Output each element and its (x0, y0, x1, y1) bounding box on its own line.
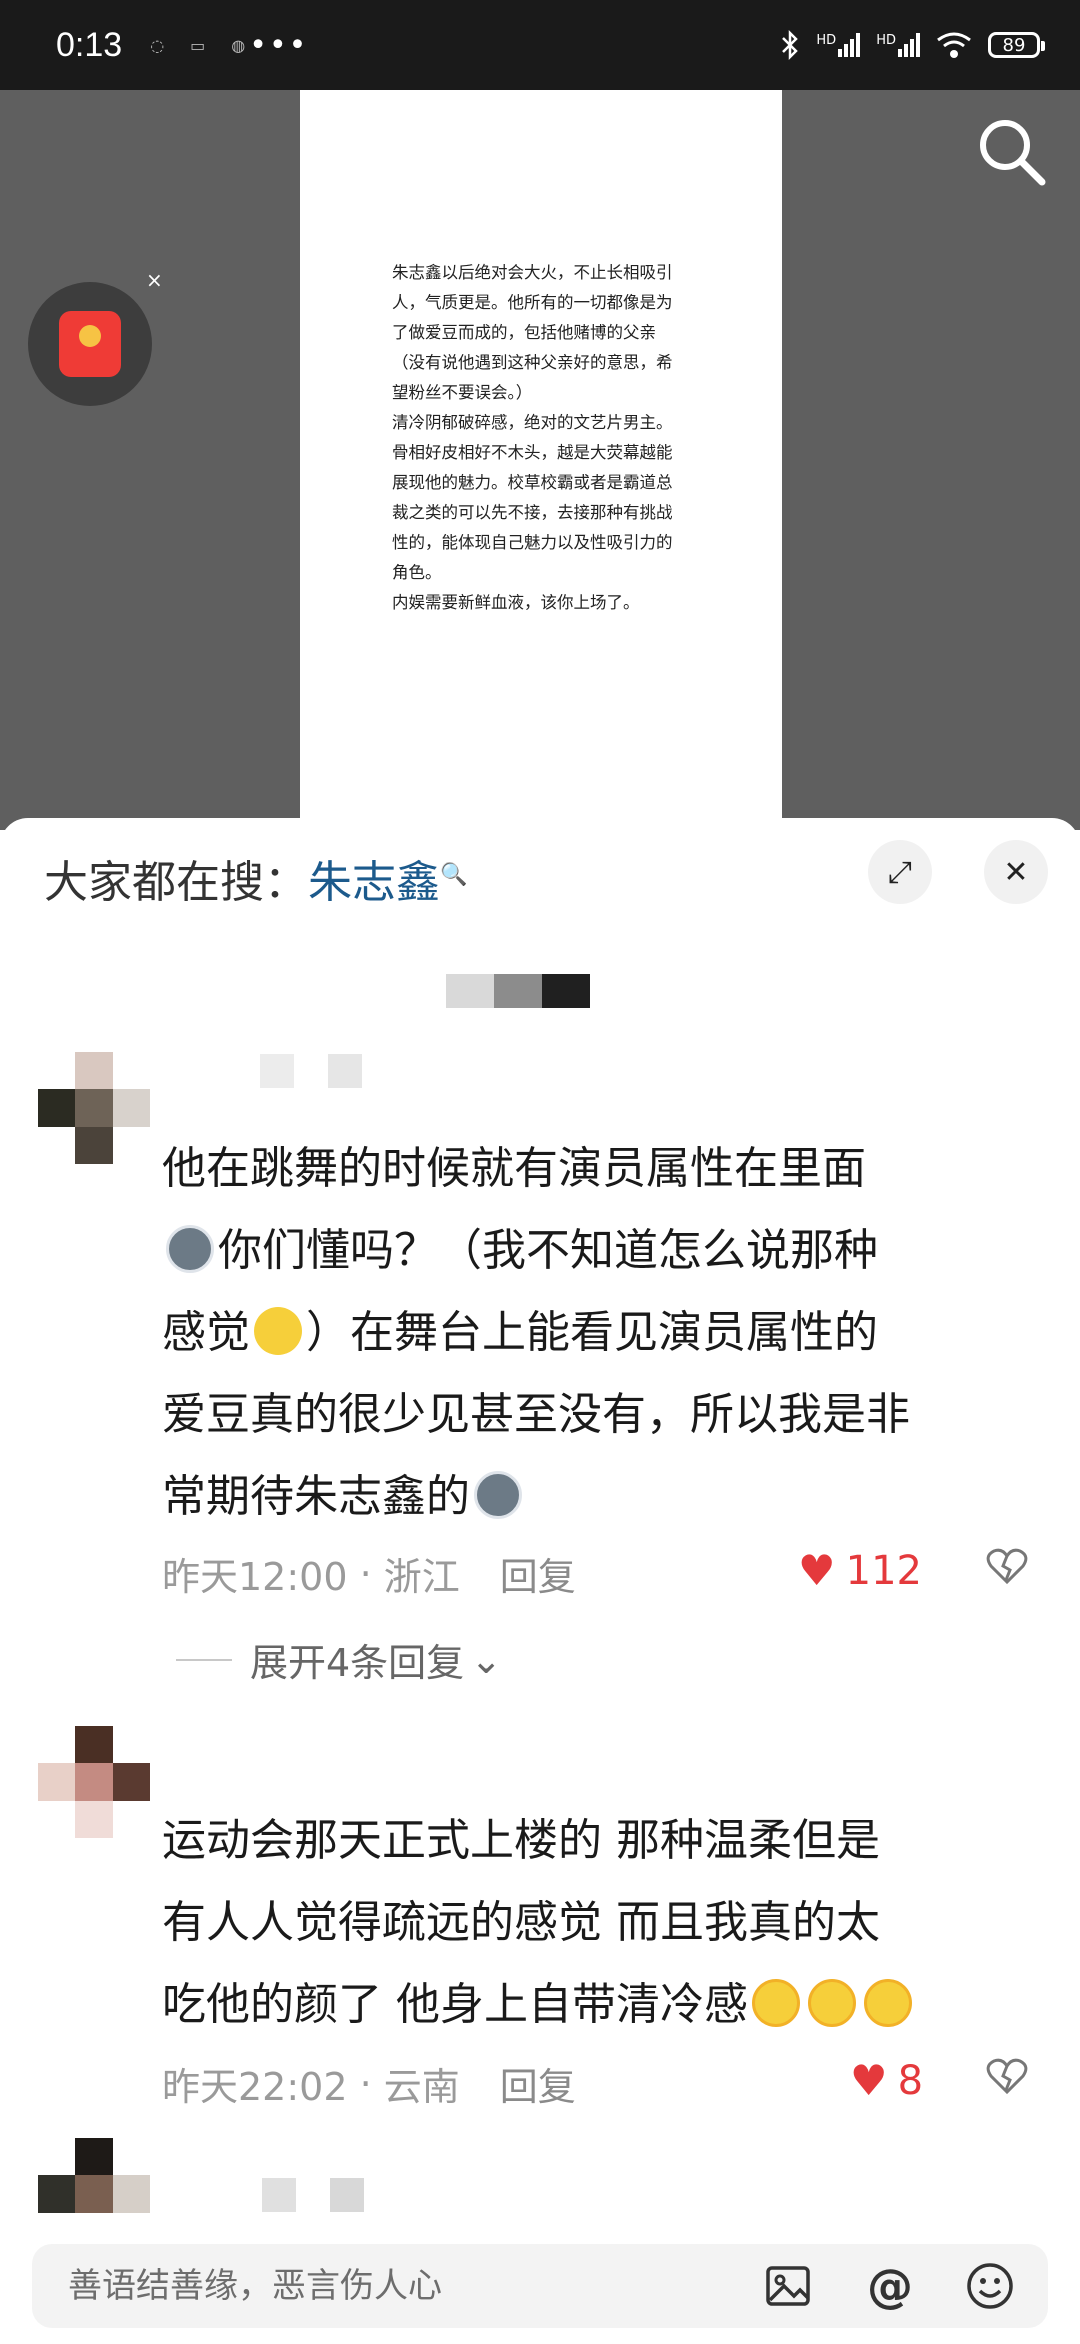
expand-icon: ⤢ (888, 854, 912, 890)
at-mention-icon[interactable]: @ (862, 2258, 918, 2314)
sunglasses-emoji-icon (254, 1307, 302, 1355)
avatar[interactable] (38, 2138, 150, 2250)
dislike-button[interactable] (986, 2056, 1028, 2105)
comment-meta: 昨天22:02 · 云南 回复 (162, 2056, 576, 2111)
pleading-emoji-icon (752, 1979, 800, 2027)
heart-icon: ♥ (850, 2056, 888, 2105)
like-button[interactable]: ♥ 8 (850, 2056, 923, 2105)
comment-location: 云南 (383, 2065, 460, 2109)
comment-text: 他在跳舞的时候就有演员属性在里面 你们懂吗？（我不知道怎么说那种 感觉 ）在舞台上… (162, 1128, 1042, 1538)
red-packet-close-icon[interactable]: × (146, 268, 163, 292)
red-packet-icon (59, 311, 121, 377)
pleading-emoji-icon (808, 1979, 856, 2027)
close-icon: ✕ (1003, 854, 1029, 890)
comment-line-text: ）在舞台上能看见演员属性的 (306, 1307, 878, 1358)
wifi-icon (937, 32, 971, 58)
signal-icon: HD (816, 33, 861, 57)
comment-line-text: 感觉 (162, 1307, 250, 1358)
chevron-down-icon: ⌄ (470, 1637, 503, 1682)
expand-replies-button[interactable]: 展开4条回复 ⌄ (176, 1632, 502, 1687)
expand-sheet-button[interactable]: ⤢ (868, 840, 932, 904)
dog-emoji-icon (474, 1471, 522, 1519)
divider-line (176, 1658, 232, 1661)
status-bar: 0:13 ◌ ▭ ◍ ••• HD HD 89 (0, 0, 1080, 90)
comment-line-text: 你们懂吗？（我不知道怎么说那种 (218, 1225, 878, 1276)
comment-line: 吃他的颜了 他身上自带清冷感 (162, 1964, 1042, 2046)
bluetooth-icon (782, 29, 799, 61)
comment-line: 他在跳舞的时候就有演员属性在里面 (162, 1143, 866, 1194)
reply-button[interactable]: 回复 (500, 1546, 576, 1601)
comment-meta: 昨天12:00 · 浙江 回复 (162, 1546, 576, 1601)
broken-heart-icon (986, 1548, 1028, 1585)
dog-emoji-icon (166, 1225, 214, 1273)
blurred-header-row (446, 974, 590, 1008)
battery-icon: 89 (988, 32, 1045, 58)
signal-icon-2: HD (876, 33, 920, 57)
comment-line: 感觉 ）在舞台上能看见演员属性的 (162, 1292, 1042, 1374)
comment-line: 运动会那天正式上楼的 那种温柔但是 (162, 1815, 880, 1866)
comment-input-bar: @ (32, 2244, 1048, 2328)
heart-icon: ♥ (798, 1546, 836, 1595)
app-icon: ◍ (231, 35, 246, 55)
comment-line-text: 吃他的颜了 他身上自带清冷感 (162, 1979, 748, 2030)
comment-line: 常期待朱志鑫的 (162, 1456, 1042, 1538)
hot-search-icon: 🔍 (440, 862, 468, 888)
status-time: 0:13 (56, 25, 123, 64)
avatar[interactable] (38, 1052, 150, 1164)
comment-time: 昨天22:02 (162, 2065, 348, 2109)
emoji-icon[interactable] (962, 2258, 1018, 2314)
red-packet-button[interactable] (28, 282, 152, 406)
expand-replies-label: 展开4条回复 (250, 1641, 465, 1685)
comment-text: 运动会那天正式上楼的 那种温柔但是 有人人觉得疏远的感觉 而且我真的太 吃他的颜… (162, 1800, 1042, 2046)
search-icon[interactable] (972, 112, 1052, 192)
hot-search-term[interactable]: 朱志鑫 (308, 857, 440, 908)
meta-separator: · (347, 2061, 384, 2106)
dislike-button[interactable] (986, 1546, 1028, 1595)
meta-separator: · (347, 1551, 384, 1596)
pleading-emoji-icon (864, 1979, 912, 2027)
hd-label-2: HD (876, 33, 896, 48)
like-button[interactable]: ♥ 112 (798, 1546, 922, 1595)
hot-search-prefix: 大家都在搜： (44, 857, 308, 908)
reply-button[interactable]: 回复 (500, 2056, 576, 2111)
document-text: 朱志鑫以后绝对会大火，不止长相吸引 人，气质更是。他所有的一切都像是为 了做爱豆… (392, 263, 673, 612)
image-icon[interactable] (760, 2258, 816, 2314)
message-icon: ▭ (190, 35, 206, 55)
comment-line: 有人人觉得疏远的感觉 而且我真的太 (162, 1897, 880, 1948)
close-sheet-button[interactable]: ✕ (984, 840, 1048, 904)
comment-location: 浙江 (383, 1555, 460, 1599)
hd-label: HD (816, 33, 837, 48)
more-notifications-icon: ••• (249, 27, 309, 63)
chat-icon: ◌ (150, 35, 165, 55)
username-blur[interactable] (262, 2178, 364, 2212)
hot-search-header[interactable]: 大家都在搜：朱志鑫🔍 (44, 846, 467, 910)
comment-line: 爱豆真的很少见甚至没有，所以我是非 (162, 1389, 910, 1440)
broken-heart-icon (986, 2058, 1028, 2095)
username-blur[interactable] (226, 1054, 362, 1088)
comment-line: 你们懂吗？（我不知道怎么说那种 (162, 1210, 1042, 1292)
avatar[interactable] (38, 1726, 150, 1838)
comment-line-text: 常期待朱志鑫的 (162, 1471, 470, 1522)
notification-icons: ◌ ▭ ◍ (150, 36, 245, 55)
like-count: 112 (845, 1547, 923, 1594)
like-count: 8 (897, 2057, 924, 2104)
comment-input[interactable] (66, 2265, 750, 2307)
status-right: HD HD 89 (780, 29, 1045, 61)
comment-time: 昨天12:00 (162, 1555, 348, 1599)
